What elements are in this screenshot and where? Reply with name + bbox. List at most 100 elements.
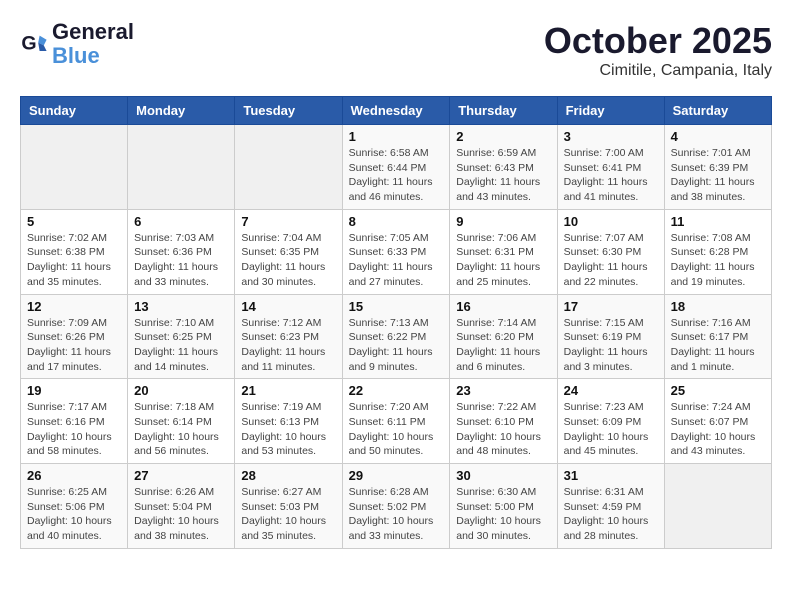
day-detail: Sunrise: 7:24 AM Sunset: 6:07 PM Dayligh… xyxy=(671,400,765,459)
calendar-week-row: 12 Sunrise: 7:09 AM Sunset: 6:26 PM Dayli… xyxy=(21,294,772,379)
day-number: 9 xyxy=(456,214,550,229)
day-number: 16 xyxy=(456,299,550,314)
day-detail: Sunrise: 7:16 AM Sunset: 6:17 PM Dayligh… xyxy=(671,316,765,375)
calendar-cell: 23 Sunrise: 7:22 AM Sunset: 6:10 PM Dayli… xyxy=(450,379,557,464)
day-number: 13 xyxy=(134,299,228,314)
calendar-cell: 11 Sunrise: 7:08 AM Sunset: 6:28 PM Dayli… xyxy=(664,209,771,294)
day-detail: Sunrise: 7:20 AM Sunset: 6:11 PM Dayligh… xyxy=(349,400,444,459)
calendar-cell: 16 Sunrise: 7:14 AM Sunset: 6:20 PM Dayli… xyxy=(450,294,557,379)
calendar-cell: 30Sunrise: 6:30 AM Sunset: 5:00 PM Dayli… xyxy=(450,464,557,549)
day-detail: Sunrise: 7:04 AM Sunset: 6:35 PM Dayligh… xyxy=(241,231,335,290)
weekday-header: Friday xyxy=(557,97,664,125)
calendar-cell: 14Sunrise: 7:12 AM Sunset: 6:23 PM Dayli… xyxy=(235,294,342,379)
calendar-cell: 1 Sunrise: 6:58 AM Sunset: 6:44 PM Daylig… xyxy=(342,125,450,210)
calendar-cell: 18Sunrise: 7:16 AM Sunset: 6:17 PM Dayli… xyxy=(664,294,771,379)
calendar-cell: 17 Sunrise: 7:15 AM Sunset: 6:19 PM Dayli… xyxy=(557,294,664,379)
day-number: 8 xyxy=(349,214,444,229)
calendar-cell: 26 Sunrise: 6:25 AM Sunset: 5:06 PM Dayli… xyxy=(21,464,128,549)
calendar-cell: 28 Sunrise: 6:27 AM Sunset: 5:03 PM Dayli… xyxy=(235,464,342,549)
page-header: G GeneralBlue October 2025 Cimitile, Cam… xyxy=(20,20,772,80)
calendar-cell: 27Sunrise: 6:26 AM Sunset: 5:04 PM Dayli… xyxy=(128,464,235,549)
calendar-cell: 15Sunrise: 7:13 AM Sunset: 6:22 PM Dayli… xyxy=(342,294,450,379)
calendar-week-row: 1 Sunrise: 6:58 AM Sunset: 6:44 PM Daylig… xyxy=(21,125,772,210)
day-number: 20 xyxy=(134,383,228,398)
day-detail: Sunrise: 6:30 AM Sunset: 5:00 PM Dayligh… xyxy=(456,485,550,544)
calendar-cell: 4Sunrise: 7:01 AM Sunset: 6:39 PM Daylig… xyxy=(664,125,771,210)
day-detail: Sunrise: 6:58 AM Sunset: 6:44 PM Dayligh… xyxy=(349,146,444,205)
day-detail: Sunrise: 7:08 AM Sunset: 6:28 PM Dayligh… xyxy=(671,231,765,290)
weekday-header: Tuesday xyxy=(235,97,342,125)
calendar-cell: 24 Sunrise: 7:23 AM Sunset: 6:09 PM Dayli… xyxy=(557,379,664,464)
day-detail: Sunrise: 7:05 AM Sunset: 6:33 PM Dayligh… xyxy=(349,231,444,290)
day-detail: Sunrise: 7:06 AM Sunset: 6:31 PM Dayligh… xyxy=(456,231,550,290)
calendar-cell: 2 Sunrise: 6:59 AM Sunset: 6:43 PM Daylig… xyxy=(450,125,557,210)
day-detail: Sunrise: 7:19 AM Sunset: 6:13 PM Dayligh… xyxy=(241,400,335,459)
day-number: 27 xyxy=(134,468,228,483)
day-detail: Sunrise: 7:17 AM Sunset: 6:16 PM Dayligh… xyxy=(27,400,121,459)
calendar-cell: 7 Sunrise: 7:04 AM Sunset: 6:35 PM Daylig… xyxy=(235,209,342,294)
day-detail: Sunrise: 7:09 AM Sunset: 6:26 PM Dayligh… xyxy=(27,316,121,375)
day-number: 22 xyxy=(349,383,444,398)
logo-text: GeneralBlue xyxy=(52,20,134,68)
calendar-cell: 12 Sunrise: 7:09 AM Sunset: 6:26 PM Dayli… xyxy=(21,294,128,379)
day-detail: Sunrise: 6:31 AM Sunset: 4:59 PM Dayligh… xyxy=(564,485,658,544)
day-number: 2 xyxy=(456,129,550,144)
calendar-cell xyxy=(664,464,771,549)
weekday-header: Wednesday xyxy=(342,97,450,125)
calendar-cell xyxy=(128,125,235,210)
day-number: 10 xyxy=(564,214,658,229)
calendar-cell: 9 Sunrise: 7:06 AM Sunset: 6:31 PM Daylig… xyxy=(450,209,557,294)
calendar-cell: 8 Sunrise: 7:05 AM Sunset: 6:33 PM Daylig… xyxy=(342,209,450,294)
weekday-header: Sunday xyxy=(21,97,128,125)
day-detail: Sunrise: 7:10 AM Sunset: 6:25 PM Dayligh… xyxy=(134,316,228,375)
day-detail: Sunrise: 7:23 AM Sunset: 6:09 PM Dayligh… xyxy=(564,400,658,459)
day-number: 31 xyxy=(564,468,658,483)
day-number: 7 xyxy=(241,214,335,229)
calendar-week-row: 5 Sunrise: 7:02 AM Sunset: 6:38 PM Daylig… xyxy=(21,209,772,294)
calendar-cell: 10Sunrise: 7:07 AM Sunset: 6:30 PM Dayli… xyxy=(557,209,664,294)
day-number: 4 xyxy=(671,129,765,144)
day-detail: Sunrise: 6:27 AM Sunset: 5:03 PM Dayligh… xyxy=(241,485,335,544)
logo-icon: G xyxy=(20,30,48,58)
day-number: 17 xyxy=(564,299,658,314)
day-detail: Sunrise: 7:18 AM Sunset: 6:14 PM Dayligh… xyxy=(134,400,228,459)
svg-text:G: G xyxy=(21,33,36,55)
day-detail: Sunrise: 6:59 AM Sunset: 6:43 PM Dayligh… xyxy=(456,146,550,205)
day-detail: Sunrise: 7:15 AM Sunset: 6:19 PM Dayligh… xyxy=(564,316,658,375)
calendar-week-row: 26 Sunrise: 6:25 AM Sunset: 5:06 PM Dayli… xyxy=(21,464,772,549)
weekday-header: Saturday xyxy=(664,97,771,125)
day-number: 14 xyxy=(241,299,335,314)
day-number: 11 xyxy=(671,214,765,229)
day-detail: Sunrise: 7:14 AM Sunset: 6:20 PM Dayligh… xyxy=(456,316,550,375)
calendar-cell: 19Sunrise: 7:17 AM Sunset: 6:16 PM Dayli… xyxy=(21,379,128,464)
day-number: 12 xyxy=(27,299,121,314)
calendar-cell: 20 Sunrise: 7:18 AM Sunset: 6:14 PM Dayli… xyxy=(128,379,235,464)
calendar-cell: 21Sunrise: 7:19 AM Sunset: 6:13 PM Dayli… xyxy=(235,379,342,464)
calendar-cell: 22 Sunrise: 7:20 AM Sunset: 6:11 PM Dayli… xyxy=(342,379,450,464)
location: Cimitile, Campania, Italy xyxy=(544,62,772,80)
calendar-cell xyxy=(235,125,342,210)
calendar-cell: 29 Sunrise: 6:28 AM Sunset: 5:02 PM Dayli… xyxy=(342,464,450,549)
calendar-cell: 3Sunrise: 7:00 AM Sunset: 6:41 PM Daylig… xyxy=(557,125,664,210)
day-number: 23 xyxy=(456,383,550,398)
day-number: 5 xyxy=(27,214,121,229)
day-detail: Sunrise: 6:25 AM Sunset: 5:06 PM Dayligh… xyxy=(27,485,121,544)
month-title: October 2025 xyxy=(544,20,772,62)
calendar-cell: 31 Sunrise: 6:31 AM Sunset: 4:59 PM Dayli… xyxy=(557,464,664,549)
day-number: 25 xyxy=(671,383,765,398)
day-number: 29 xyxy=(349,468,444,483)
day-number: 15 xyxy=(349,299,444,314)
day-number: 6 xyxy=(134,214,228,229)
title-block: October 2025 Cimitile, Campania, Italy xyxy=(544,20,772,80)
calendar-week-row: 19Sunrise: 7:17 AM Sunset: 6:16 PM Dayli… xyxy=(21,379,772,464)
day-number: 28 xyxy=(241,468,335,483)
day-number: 24 xyxy=(564,383,658,398)
calendar-header-row: SundayMondayTuesdayWednesdayThursdayFrid… xyxy=(21,97,772,125)
day-number: 26 xyxy=(27,468,121,483)
weekday-header: Monday xyxy=(128,97,235,125)
day-detail: Sunrise: 7:22 AM Sunset: 6:10 PM Dayligh… xyxy=(456,400,550,459)
day-detail: Sunrise: 7:02 AM Sunset: 6:38 PM Dayligh… xyxy=(27,231,121,290)
day-number: 1 xyxy=(349,129,444,144)
day-detail: Sunrise: 6:28 AM Sunset: 5:02 PM Dayligh… xyxy=(349,485,444,544)
calendar-table: SundayMondayTuesdayWednesdayThursdayFrid… xyxy=(20,96,772,549)
